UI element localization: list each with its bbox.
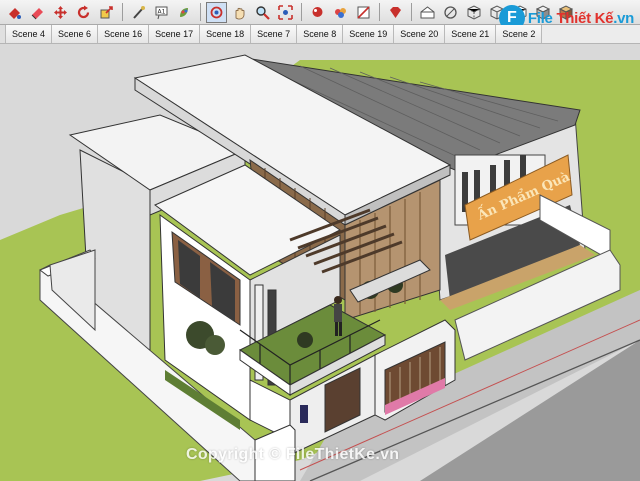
section-icon[interactable] — [353, 2, 374, 23]
back-edges-icon[interactable] — [463, 2, 484, 23]
scene-tab[interactable]: Scene 8 — [297, 25, 344, 43]
scene-tab[interactable]: Scene 20 — [394, 25, 446, 43]
logo-name: File — [527, 9, 553, 27]
logo-accent: Thiết Kế — [556, 9, 614, 27]
svg-text:A1: A1 — [158, 8, 166, 15]
toolbar-separator — [379, 3, 380, 21]
logo-suffix: .vn — [613, 9, 634, 27]
pan-icon[interactable] — [229, 2, 250, 23]
toolbar-separator — [411, 3, 412, 21]
logo-text: File Thiết Kế.vn — [528, 10, 634, 27]
toolbar-separator — [122, 3, 123, 21]
ruby-icon[interactable] — [385, 2, 406, 23]
shadow-icon[interactable] — [307, 2, 328, 23]
move-icon[interactable] — [50, 2, 71, 23]
scene-tabs: Scene 4 Scene 6 Scene 16 Scene 17 Scene … — [0, 25, 640, 44]
scene-tab[interactable]: Scene 4 — [6, 25, 53, 43]
tree-plant — [205, 335, 225, 355]
eraser-icon[interactable] — [27, 2, 48, 23]
model-viewport[interactable]: Ấn Phẩm Quà — [0, 44, 640, 481]
scale-icon[interactable] — [96, 2, 117, 23]
person-figure — [334, 296, 342, 336]
rotate-icon[interactable] — [73, 2, 94, 23]
scene-tab[interactable]: Scene 18 — [200, 25, 252, 43]
person-figure-ground — [300, 405, 308, 423]
zoom-extents-icon[interactable] — [275, 2, 296, 23]
scene-tab[interactable]: Scene 16 — [98, 25, 150, 43]
scene-tab[interactable]: Scene 21 — [445, 25, 497, 43]
text-icon[interactable]: A1 — [151, 2, 172, 23]
style-icon[interactable] — [417, 2, 438, 23]
paint-icon[interactable] — [174, 2, 195, 23]
house-model: Ấn Phẩm Quà — [0, 44, 640, 481]
follow-me-icon[interactable] — [128, 2, 149, 23]
zoom-icon[interactable] — [252, 2, 273, 23]
paint-bucket-icon[interactable] — [4, 2, 25, 23]
xray-icon[interactable] — [440, 2, 461, 23]
fog-icon[interactable] — [330, 2, 351, 23]
toolbar-separator — [200, 3, 201, 21]
scene-tab[interactable]: Scene 17 — [149, 25, 201, 43]
scene-tab[interactable]: Scene 19 — [343, 25, 395, 43]
copyright-watermark: Copyright © FileThietKe.vn — [186, 446, 400, 463]
scene-tab[interactable]: Scene 2 — [496, 25, 543, 43]
scene-tab[interactable]: Scene 6 — [52, 25, 99, 43]
orbit-icon[interactable] — [206, 1, 227, 23]
scene-tab[interactable]: Scene 7 — [251, 25, 298, 43]
potted-plant — [297, 332, 313, 348]
toolbar-separator — [301, 3, 302, 21]
